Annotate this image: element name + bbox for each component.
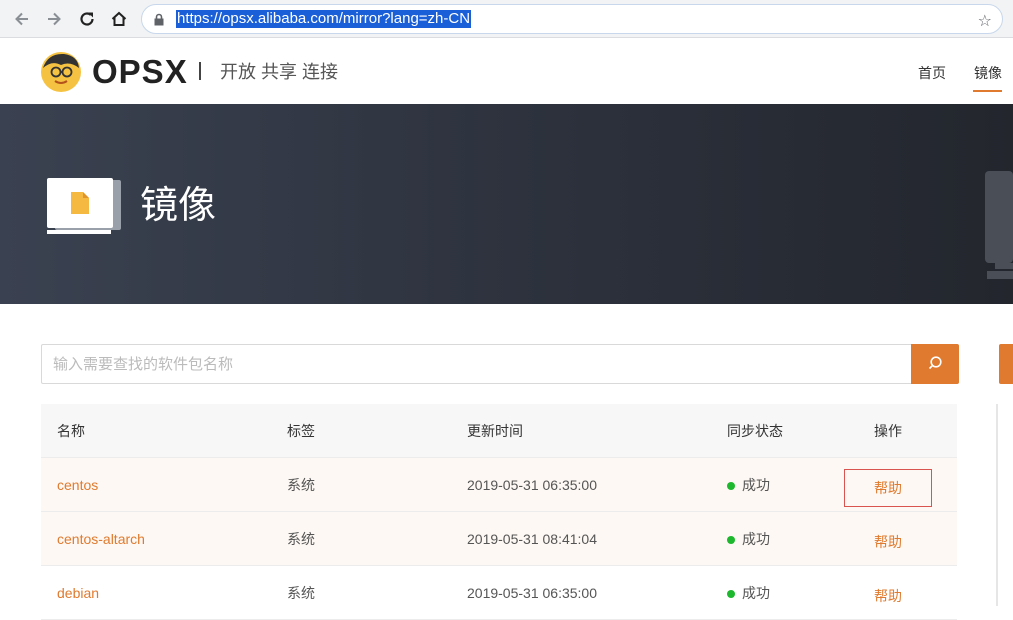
- logo-avatar-icon[interactable]: [40, 51, 82, 93]
- forward-button[interactable]: [43, 8, 65, 30]
- mirror-status: 成功: [742, 477, 770, 493]
- mirror-tag: 系统: [287, 585, 315, 601]
- url-text[interactable]: https://opsx.alibaba.com/mirror?lang=zh-…: [176, 10, 472, 28]
- page-title: 镜像: [140, 185, 217, 227]
- mirror-icon: [47, 178, 121, 234]
- status-dot-icon: [727, 590, 735, 598]
- search-icon: [928, 355, 942, 369]
- star-icon[interactable]: ☆: [978, 11, 992, 31]
- mirror-name-link[interactable]: centos-altarch: [57, 530, 145, 548]
- mirror-table: 名称 标签 更新时间 同步状态 操作 centos 系统 2019-05-31 …: [41, 404, 957, 620]
- address-bar[interactable]: https://opsx.alibaba.com/mirror?lang=zh-…: [141, 4, 1003, 34]
- table-header: 名称 标签 更新时间 同步状态 操作: [41, 404, 957, 458]
- reload-button[interactable]: [76, 8, 98, 30]
- site-header: OPSX 开放 共享 连接 首页 镜像: [0, 39, 1013, 104]
- nav-home[interactable]: 首页: [918, 64, 946, 82]
- nav-mirror[interactable]: 镜像: [974, 64, 1002, 82]
- mirror-tag: 系统: [287, 477, 315, 493]
- mirror-status: 成功: [742, 531, 770, 547]
- table-row: centos-altarch 系统 2019-05-31 08:41:04 成功…: [41, 512, 957, 566]
- banner: 镜像: [0, 104, 1013, 304]
- browser-toolbar: https://opsx.alibaba.com/mirror?lang=zh-…: [0, 0, 1013, 38]
- header-action: 操作: [874, 423, 902, 439]
- header-tag: 标签: [287, 423, 315, 439]
- table-row: debian 系统 2019-05-31 06:35:00 成功 帮助: [41, 566, 957, 620]
- mirror-name-link[interactable]: centos: [57, 476, 98, 494]
- status-dot-icon: [727, 482, 735, 490]
- nav-active-indicator: [973, 90, 1002, 92]
- home-button[interactable]: [108, 8, 130, 30]
- mirror-name-link[interactable]: debian: [57, 584, 99, 602]
- help-button[interactable]: 帮助: [844, 577, 932, 615]
- back-button[interactable]: [11, 8, 33, 30]
- slogan: 开放 共享 连接: [220, 62, 339, 82]
- header-status: 同步状态: [727, 423, 783, 439]
- monitor-decoration-icon: [985, 171, 1013, 279]
- side-panel-button[interactable]: [999, 344, 1013, 384]
- mirror-status: 成功: [742, 585, 770, 601]
- help-button[interactable]: 帮助: [844, 469, 932, 507]
- mirror-updated: 2019-05-31 06:35:00: [467, 585, 597, 601]
- status-dot-icon: [727, 536, 735, 544]
- mirror-updated: 2019-05-31 06:35:00: [467, 477, 597, 493]
- home-icon: [111, 11, 127, 26]
- side-panel-divider: [996, 404, 998, 606]
- mirror-tag: 系统: [287, 531, 315, 547]
- mirror-updated: 2019-05-31 08:41:04: [467, 531, 597, 547]
- table-row: centos 系统 2019-05-31 06:35:00 成功 帮助: [41, 458, 957, 512]
- lock-icon: [154, 13, 164, 26]
- reload-icon: [80, 12, 94, 26]
- logo-text[interactable]: OPSX: [92, 53, 188, 91]
- search-button[interactable]: [911, 344, 959, 384]
- arrow-right-icon: [48, 12, 61, 26]
- arrow-left-icon: [15, 12, 28, 26]
- search-input[interactable]: [41, 344, 912, 384]
- logo-divider: [199, 62, 201, 80]
- help-button[interactable]: 帮助: [844, 523, 932, 561]
- header-name: 名称: [57, 423, 85, 439]
- header-updated: 更新时间: [467, 423, 523, 439]
